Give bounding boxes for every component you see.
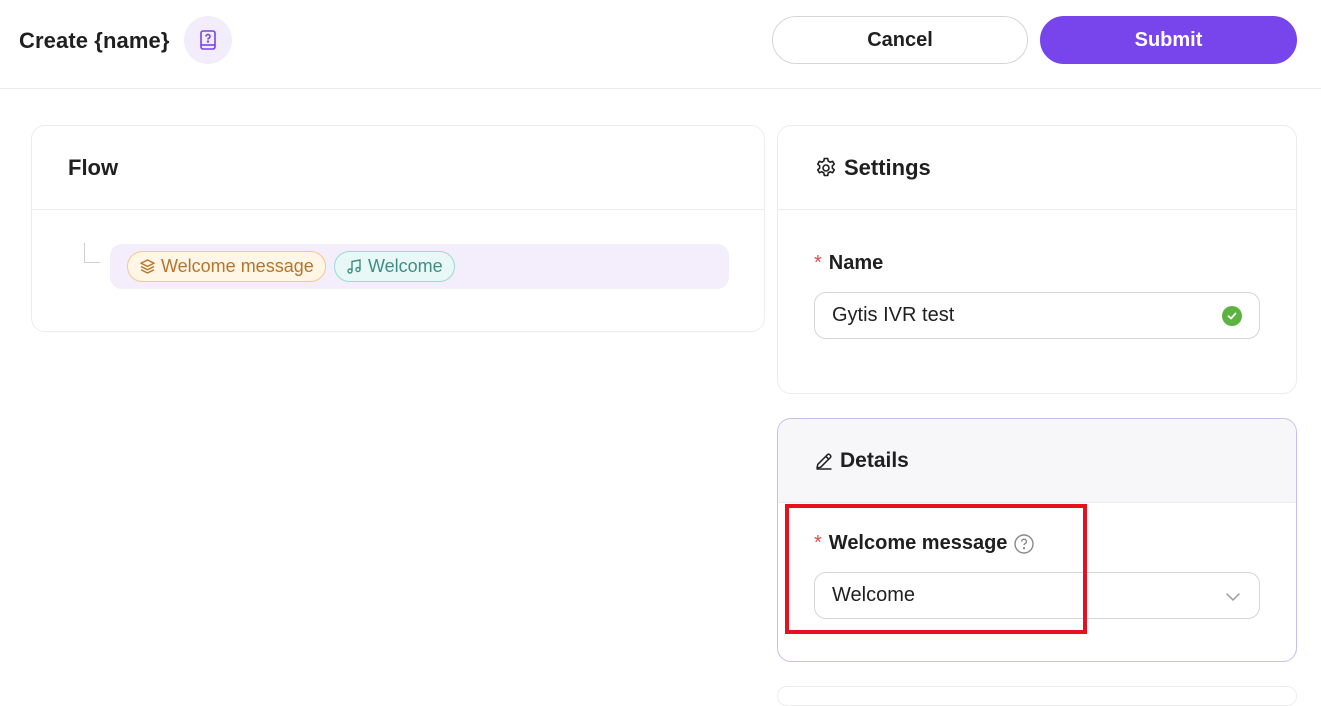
details-card: Details * Welcome message Welcome <box>777 418 1297 662</box>
pencil-icon <box>814 451 834 471</box>
layers-icon <box>140 259 155 274</box>
details-title: Details <box>840 448 909 472</box>
chevron-down-icon <box>1224 588 1242 612</box>
welcome-message-label-text: Welcome message <box>828 532 1008 554</box>
flow-card-header: Flow <box>32 126 764 210</box>
flow-title: Flow <box>68 154 119 180</box>
check-circle-icon <box>1222 306 1242 326</box>
details-card-header: Details <box>778 419 1296 503</box>
required-marker: * <box>814 252 822 274</box>
name-input-value: Gytis IVR test <box>832 304 955 326</box>
flow-tag-welcome-message[interactable]: Welcome message <box>127 251 326 282</box>
book-question-icon[interactable] <box>184 16 232 64</box>
welcome-message-select-value: Welcome <box>832 584 915 606</box>
music-note-icon <box>347 259 361 274</box>
flow-node-row[interactable]: Welcome message Welcome <box>110 244 729 289</box>
gear-icon <box>814 156 838 180</box>
flow-tag-label: Welcome message <box>161 256 314 276</box>
cancel-button[interactable]: Cancel <box>772 16 1028 64</box>
page-title: Create {name} <box>19 28 170 53</box>
next-card <box>777 686 1297 706</box>
settings-card-header: Settings <box>778 126 1296 210</box>
name-label: * Name <box>814 252 883 275</box>
settings-title: Settings <box>844 154 931 180</box>
tree-connector <box>84 243 100 263</box>
welcome-message-label: * Welcome message <box>814 532 1035 555</box>
welcome-message-select[interactable]: Welcome <box>814 572 1260 619</box>
flow-tag-label: Welcome <box>368 256 443 276</box>
settings-card: Settings * Name Gytis IVR test <box>777 125 1297 394</box>
flow-card: Flow Welcome message Welcome <box>31 125 765 332</box>
flow-tag-welcome[interactable]: Welcome <box>334 251 455 282</box>
required-marker: * <box>814 532 822 554</box>
help-circle-icon[interactable] <box>1013 533 1035 555</box>
top-bar: Create {name} Cancel Submit <box>0 0 1321 89</box>
submit-button[interactable]: Submit <box>1040 16 1297 64</box>
name-label-text: Name <box>828 252 884 274</box>
name-input[interactable]: Gytis IVR test <box>814 292 1260 339</box>
